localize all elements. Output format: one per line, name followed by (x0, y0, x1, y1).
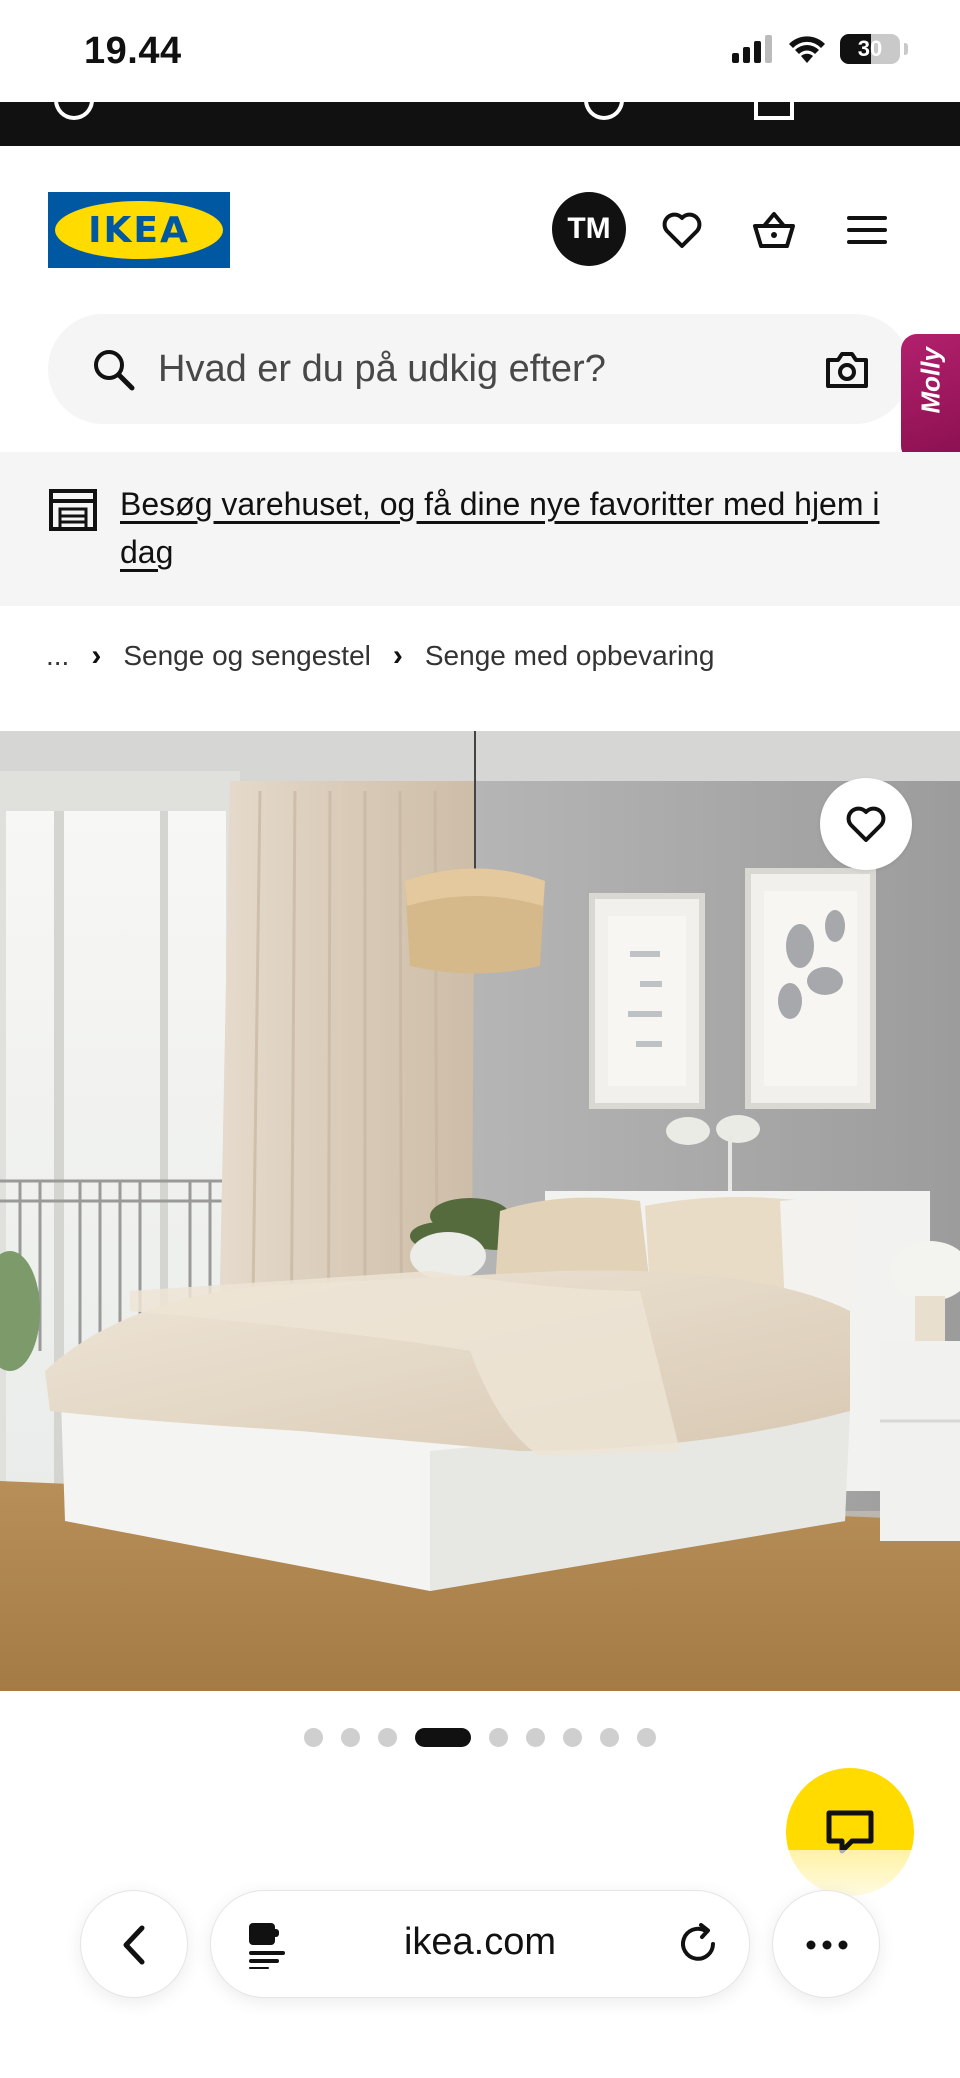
breadcrumb-ellipsis[interactable]: ... (46, 640, 69, 672)
truck-icon (584, 102, 624, 120)
url-text: ikea.com (403, 1921, 557, 1963)
carousel-dot[interactable] (304, 1727, 323, 1747)
store-visit-banner[interactable]: Besøg varehuset, og få dine nye favoritt… (0, 452, 960, 606)
breadcrumb-item[interactable]: Senge med opbevaring (425, 640, 715, 672)
site-header: IKEA TM (0, 146, 960, 306)
search-icon (94, 350, 135, 391)
chat-bubble-icon (826, 1810, 874, 1854)
wifi-icon (789, 36, 825, 63)
browser-back-button[interactable] (80, 1890, 188, 1998)
account-avatar[interactable]: TM (552, 192, 626, 266)
carousel-dot[interactable] (341, 1727, 360, 1747)
search-field[interactable]: Hvad er du på udkig efter? (48, 314, 910, 424)
status-bar: 19.44 30 (0, 0, 960, 102)
logo-text: IKEA (88, 209, 190, 251)
camera-visual-search-icon[interactable] (824, 346, 870, 392)
chevron-right-icon: › (392, 639, 403, 672)
carousel-dot[interactable] (526, 1727, 545, 1747)
breadcrumb-item[interactable]: Senge og sengestel (123, 640, 371, 672)
store-icon (49, 489, 97, 531)
search-placeholder: Hvad er du på udkig efter? (158, 348, 606, 390)
battery-icon: 30 (840, 34, 900, 64)
breadcrumb: ... › Senge og sengestel › Senge med opb… (46, 636, 714, 676)
chevron-right-icon: › (91, 639, 102, 672)
more-dots-icon (806, 1940, 848, 1950)
carousel-dot[interactable] (563, 1727, 582, 1747)
chevron-left-icon (123, 1925, 145, 1965)
browser-more-button[interactable] (772, 1890, 880, 1998)
status-icons: 30 (732, 34, 908, 64)
address-bar[interactable]: ikea.com (210, 1890, 750, 1998)
store-visit-link[interactable]: Besøg varehuset, og få dine nye favoritt… (120, 480, 880, 576)
favorites-heart-icon[interactable] (660, 208, 704, 252)
product-image[interactable] (0, 731, 960, 1691)
carousel-dot[interactable] (378, 1727, 397, 1747)
carousel-dot[interactable] (489, 1727, 508, 1747)
menu-hamburger-icon[interactable] (845, 208, 889, 252)
browser-toolbar: ikea.com (0, 1850, 960, 2078)
heart-icon (846, 806, 886, 842)
store-icon (754, 102, 794, 120)
carousel-dot-active[interactable] (415, 1727, 471, 1747)
carousel-dot[interactable] (637, 1727, 656, 1747)
battery-level: 30 (857, 36, 883, 61)
status-time: 19.44 (84, 30, 182, 72)
globe-icon (54, 102, 94, 120)
shopping-basket-icon[interactable] (752, 208, 796, 252)
molly-assistant-tab[interactable]: Molly (901, 334, 960, 462)
molly-label: Molly (915, 347, 946, 414)
image-carousel-dots (0, 1724, 960, 1750)
add-to-favorites-button[interactable] (820, 778, 912, 870)
bedroom-scene-illustration (0, 731, 960, 1691)
cellular-signal-icon (732, 35, 772, 63)
carousel-dot[interactable] (600, 1727, 619, 1747)
reload-icon[interactable] (675, 1921, 721, 1967)
ikea-logo[interactable]: IKEA (48, 192, 230, 268)
top-info-strip (0, 102, 960, 146)
